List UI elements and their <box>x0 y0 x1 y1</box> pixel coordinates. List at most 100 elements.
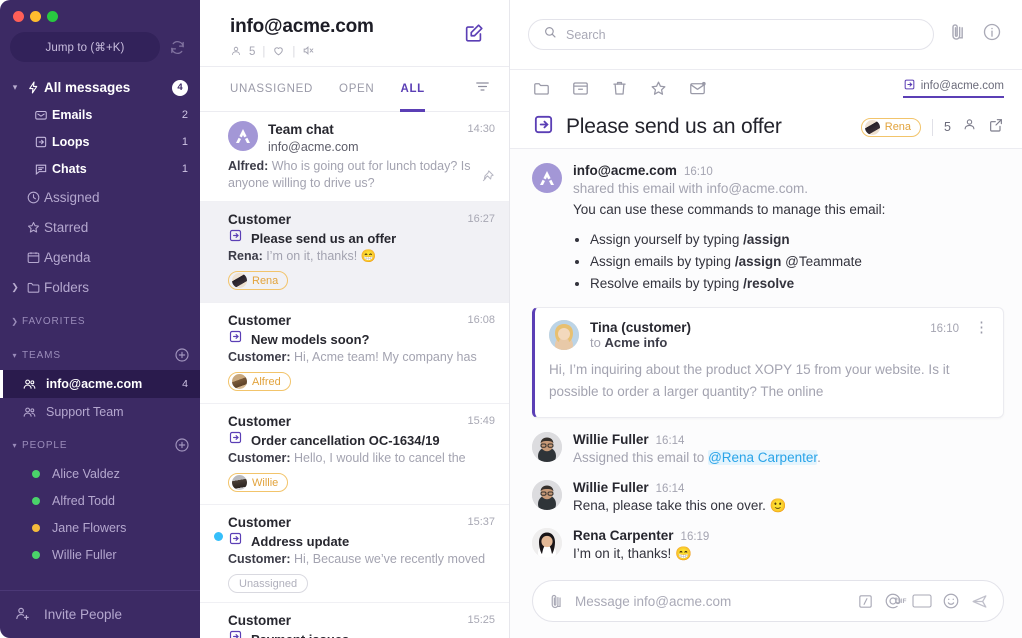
conversation-subject-row: New models soon? <box>228 329 495 349</box>
trash-icon[interactable] <box>610 79 629 98</box>
avatar <box>864 119 880 135</box>
conversation-time: 15:49 <box>467 415 495 427</box>
sidebar-item-chats[interactable]: Chats 1 <box>0 155 200 182</box>
snippet-author: Customer: <box>228 451 291 465</box>
conversation-row-address-update[interactable]: Customer 15:37 Address update Customer: … <box>200 505 509 603</box>
conversation-subject: Payment issues <box>251 630 349 638</box>
sidebar-item-all-messages[interactable]: ▾ All messages 4 <box>0 74 200 101</box>
acme-logo-icon <box>236 129 250 143</box>
person-label: Alice Valdez <box>52 466 120 481</box>
sidebar-section-people[interactable]: ▾ PEOPLE <box>0 430 200 460</box>
mailbox-link[interactable]: info@acme.com <box>902 78 1004 98</box>
refresh-icon[interactable] <box>164 34 190 60</box>
sidebar-section-teams[interactable]: ▾ TEAMS <box>0 340 200 370</box>
sidebar-person-alice-valdez[interactable]: Alice Valdez <box>0 460 200 487</box>
participants-icon[interactable] <box>962 117 977 137</box>
add-person-icon[interactable] <box>174 437 190 453</box>
mention-link[interactable]: @Rena Carpenter <box>708 450 818 465</box>
sidebar-person-alfred-todd[interactable]: Alfred Todd <box>0 487 200 514</box>
conversation-row-please-send-us-an-offer[interactable]: Customer 16:27 Please send us an offer R… <box>200 202 509 303</box>
sidebar-label: All messages <box>44 80 131 95</box>
more-options-icon[interactable]: ⋮ <box>966 320 989 335</box>
maximize-window-button[interactable] <box>47 11 58 22</box>
email-card[interactable]: Tina (customer) 16:10 ⋮ to Acme info Hi,… <box>532 307 1004 418</box>
message-subtext: shared this email with info@acme.com. <box>573 181 809 196</box>
sidebar-item-emails[interactable]: Emails 2 <box>0 101 200 128</box>
folder-icon[interactable] <box>532 79 551 98</box>
tab-unassigned[interactable]: UNASSIGNED <box>230 67 313 112</box>
pin-icon[interactable] <box>480 169 495 189</box>
conversation-time: 14:30 <box>467 123 495 135</box>
command-item: Resolve emails by typing /resolve <box>590 273 1004 295</box>
compose-button[interactable] <box>463 0 509 49</box>
send-icon[interactable] <box>970 592 989 611</box>
command-code: /assign <box>734 254 782 269</box>
tab-all[interactable]: ALL <box>400 67 426 112</box>
sidebar-item-starred[interactable]: Starred <box>0 212 200 242</box>
message-text: Assigned this email to @Rena Carpenter. <box>573 447 1004 468</box>
sidebar-section-favorites[interactable]: ❯ FAVORITES <box>0 306 200 336</box>
favorite-icon[interactable] <box>272 44 285 60</box>
mailbox-title: info@acme.com <box>230 16 374 37</box>
mute-icon[interactable] <box>302 44 315 60</box>
jump-to-row: Jump to (⌘+K) <box>0 28 200 62</box>
slash-command-icon[interactable] <box>857 593 874 610</box>
message-author: Willie Fuller <box>573 480 649 495</box>
info-icon[interactable] <box>982 22 1002 47</box>
loop-icon <box>228 629 243 638</box>
emoji-icon[interactable] <box>942 592 960 610</box>
message-willie-fuller: Willie Fuller 16:14 Rena, please take th… <box>532 480 1004 516</box>
assignee-name: Willie <box>252 476 279 489</box>
to-value: Acme info <box>604 335 668 350</box>
mark-unread-icon[interactable] <box>688 79 707 98</box>
archive-icon[interactable] <box>571 79 590 98</box>
snippet-text: Hello, I would like to cancel the <box>290 451 466 465</box>
window-traffic-lights <box>0 0 200 28</box>
gif-icon[interactable]: GIF <box>895 593 932 609</box>
search-input[interactable]: Search <box>528 19 934 50</box>
sidebar-person-jane-flowers[interactable]: Jane Flowers <box>0 514 200 541</box>
sidebar-item-agenda[interactable]: Agenda <box>0 242 200 272</box>
jump-to-button[interactable]: Jump to (⌘+K) <box>10 32 160 62</box>
loop-icon <box>903 78 916 94</box>
composer-input[interactable]: Message info@acme.com GIF <box>532 580 1004 622</box>
conversation-row-new-models-soon[interactable]: Customer 16:08 New models soon? Customer… <box>200 303 509 404</box>
star-icon[interactable] <box>649 79 668 98</box>
conversation-row-order-cancellation[interactable]: Customer 15:49 Order cancellation OC-163… <box>200 404 509 505</box>
filter-icon[interactable] <box>474 78 491 100</box>
sidebar-label: Agenda <box>44 249 91 265</box>
sidebar-team-support[interactable]: Support Team <box>0 398 200 426</box>
sidebar-label: Loops <box>52 134 90 149</box>
assignee-badge[interactable]: Alfred <box>228 372 291 391</box>
avatar-willie <box>532 432 562 462</box>
sidebar-team-info-acme[interactable]: info@acme.com 4 <box>0 370 200 398</box>
assignee-badge[interactable]: Rena <box>228 271 289 290</box>
conversation-title-row: Please send us an offer Rena 5 <box>532 106 1004 148</box>
add-team-icon[interactable] <box>174 347 190 363</box>
unassigned-badge[interactable]: Unassigned <box>228 574 309 593</box>
all-messages-count: 4 <box>172 79 188 96</box>
close-window-button[interactable] <box>13 11 24 22</box>
open-external-icon[interactable] <box>988 117 1004 138</box>
assignee-badge[interactable]: Willie <box>228 473 289 492</box>
app-window: Jump to (⌘+K) ▾ All messages 4 Emails 2 … <box>0 0 1022 638</box>
sidebar-item-assigned[interactable]: Assigned <box>0 182 200 212</box>
status-dot <box>32 550 40 559</box>
invite-people-button[interactable]: Invite People <box>0 590 200 638</box>
sidebar-person-willie-fuller[interactable]: Willie Fuller <box>0 541 200 568</box>
assignee-badge[interactable]: Rena <box>860 117 922 137</box>
message-assignment-event: Willie Fuller 16:14 Assigned this email … <box>532 432 1004 468</box>
conversation-row-team-chat[interactable]: Team chat 14:30 info@acme.com Alfred: Wh… <box>200 112 509 202</box>
attachment-icon[interactable] <box>548 593 565 610</box>
attachment-icon[interactable] <box>948 22 968 47</box>
conversation-row-payment-issues[interactable]: Customer 15:25 Payment issues Customer: … <box>200 603 509 638</box>
tab-open[interactable]: OPEN <box>339 67 374 112</box>
conversation-snippet: Customer: Hello, I would like to cancel … <box>228 450 495 467</box>
minimize-window-button[interactable] <box>30 11 41 22</box>
team-label: Support Team <box>46 405 124 419</box>
avatar-willie <box>532 480 562 510</box>
sidebar-item-folders[interactable]: ❯ Folders <box>0 272 200 302</box>
sidebar-item-loops[interactable]: Loops 1 <box>0 128 200 155</box>
loop-icon <box>228 430 243 450</box>
conversation-name: Team chat <box>268 122 334 137</box>
